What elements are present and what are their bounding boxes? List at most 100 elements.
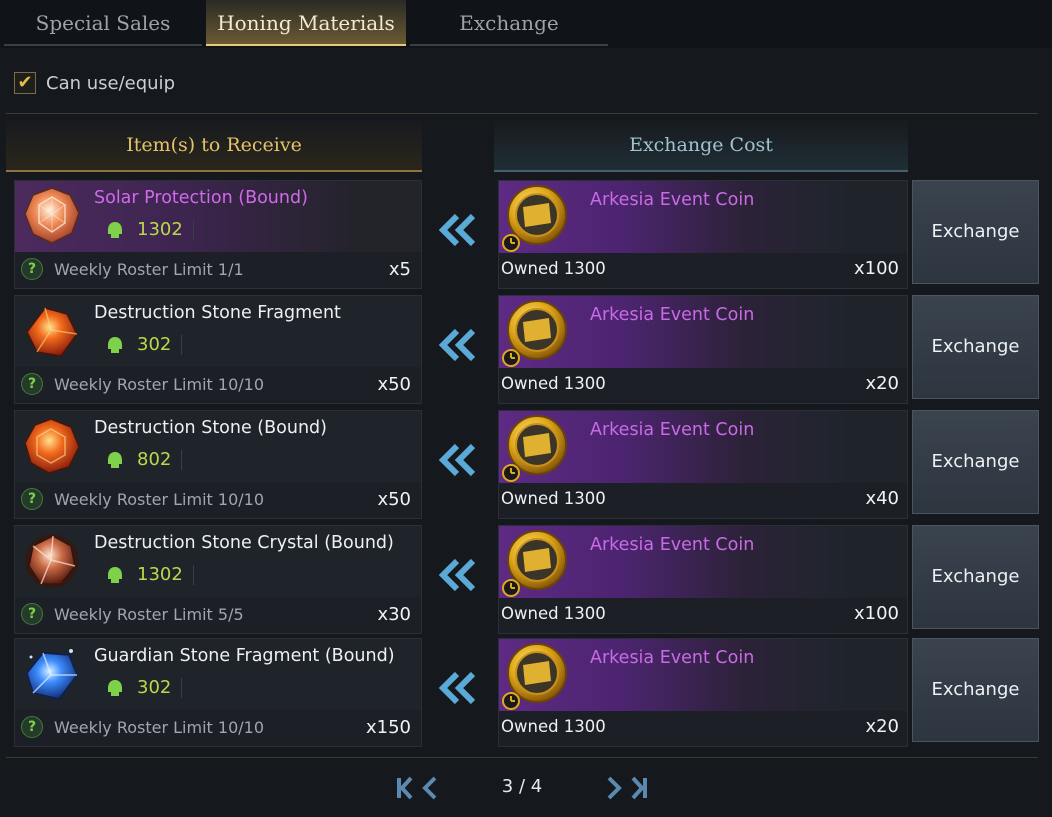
double-chevron-left-icon [438,671,476,705]
owned-amount: Owned 1300 [501,717,606,736]
arkesia-event-coin-icon [502,185,567,252]
level-separator [181,677,183,698]
help-icon[interactable]: ? [21,603,43,625]
item-name: Destruction Stone Fragment [94,303,341,323]
item-quantity: x150 [365,717,411,738]
help-icon[interactable]: ? [21,258,43,280]
double-chevron-left-icon [438,213,476,247]
cost-card: Arkesia Event Coin Owned 1300 x20 [498,295,908,404]
cost-item-name: Arkesia Event Coin [590,648,755,668]
cost-header: Arkesia Event Coin [499,639,907,711]
first-page-button[interactable] [395,774,439,802]
item-name: Solar Protection (Bound) [94,188,308,208]
double-chevron-left-icon [438,328,476,362]
level-separator [181,449,183,470]
exchange-button[interactable]: Exchange [912,525,1039,629]
cost-quantity: x40 [865,488,899,509]
weekly-limit: Weekly Roster Limit 1/1 [54,260,244,279]
level-separator [192,219,194,240]
last-page-button[interactable] [605,774,649,802]
cost-card: Arkesia Event Coin Owned 1300 x20 [498,638,908,747]
cost-header: Arkesia Event Coin [499,181,907,253]
tab-exchange[interactable]: Exchange [410,0,608,46]
helmet-icon [108,679,122,696]
item-card[interactable]: Solar Protection (Bound) 1302 ? Weekly R… [14,180,422,289]
item-card[interactable]: Destruction Stone Crystal (Bound) 1302 ?… [14,525,422,634]
exchange-row: Solar Protection (Bound) 1302 ? Weekly R… [0,180,1052,290]
cost-item-name: Arkesia Event Coin [590,420,755,440]
item-header: Destruction Stone Fragment 302 [15,296,421,367]
weekly-limit: Weekly Roster Limit 10/10 [54,490,264,509]
item-name: Guardian Stone Fragment (Bound) [94,646,395,666]
can-use-equip-filter[interactable]: ✔ Can use/equip [14,68,175,98]
cost-header: Arkesia Event Coin [499,526,907,598]
helmet-icon [108,451,122,468]
helmet-icon [108,336,122,353]
destruction-stone-icon [24,418,80,474]
checkbox[interactable]: ✔ [14,72,36,94]
divider [6,757,1038,758]
item-footer: ? Weekly Roster Limit 10/10 x150 [15,710,421,746]
exchange-row: Destruction Stone Crystal (Bound) 1302 ?… [0,525,1052,635]
item-footer: ? Weekly Roster Limit 10/10 x50 [15,367,421,403]
item-level: 302 [107,334,183,355]
item-quantity: x5 [388,259,411,280]
item-level: 1302 [107,564,194,585]
cost-item-name: Arkesia Event Coin [590,305,755,325]
item-quantity: x50 [377,489,411,510]
item-footer: ? Weekly Roster Limit 10/10 x50 [15,482,421,518]
owned-amount: Owned 1300 [501,604,606,623]
item-level-value: 302 [137,677,172,698]
item-card[interactable]: Destruction Stone Fragment 302 ? Weekly … [14,295,422,404]
help-icon[interactable]: ? [21,373,43,395]
item-level-value: 802 [137,449,172,470]
item-level: 302 [107,677,183,698]
cost-quantity: x20 [865,373,899,394]
exchange-button[interactable]: Exchange [912,410,1039,514]
items-to-receive-header: Item(s) to Receive [6,120,422,172]
exchange-button[interactable]: Exchange [912,295,1039,399]
item-card[interactable]: Destruction Stone (Bound) 802 ? Weekly R… [14,410,422,519]
owned-amount: Owned 1300 [501,259,606,278]
cost-item-name: Arkesia Event Coin [590,535,755,555]
owned-amount: Owned 1300 [501,374,606,393]
solar-protection-icon [24,187,80,244]
cost-card: Arkesia Event Coin Owned 1300 x100 [498,525,908,634]
item-card[interactable]: Guardian Stone Fragment (Bound) 302 ? We… [14,638,422,747]
item-header: Destruction Stone Crystal (Bound) 1302 [15,526,421,597]
arkesia-event-coin-icon [502,415,567,482]
pagination: 3 / 4 [0,770,1052,806]
divider [6,113,1038,114]
double-chevron-left-icon [438,558,476,592]
item-quantity: x50 [377,374,411,395]
weekly-limit: Weekly Roster Limit 10/10 [54,718,264,737]
cost-header: Arkesia Event Coin [499,296,907,368]
cost-item-name: Arkesia Event Coin [590,190,755,210]
tab-honing-materials[interactable]: Honing Materials [206,0,406,46]
destruction-stone-fragment-icon [26,307,78,357]
page-indicator: 3 / 4 [501,776,543,797]
exchange-button[interactable]: Exchange [912,638,1039,742]
arkesia-event-coin-icon [502,643,567,710]
item-level-value: 302 [137,334,172,355]
cost-header: Arkesia Event Coin [499,411,907,483]
cost-card: Arkesia Event Coin Owned 1300 x40 [498,410,908,519]
arkesia-event-coin-icon [502,300,567,367]
item-name: Destruction Stone Crystal (Bound) [94,533,394,553]
tab-special-sales[interactable]: Special Sales [4,0,202,46]
item-level-value: 1302 [137,219,183,240]
destruction-stone-crystal-icon [25,534,79,588]
exchange-row: Destruction Stone (Bound) 802 ? Weekly R… [0,410,1052,520]
owned-amount: Owned 1300 [501,489,606,508]
item-footer: ? Weekly Roster Limit 5/5 x30 [15,597,421,633]
tab-bar: Special Sales Honing Materials Exchange [0,0,1052,48]
weekly-limit: Weekly Roster Limit 10/10 [54,375,264,394]
help-icon[interactable]: ? [21,716,43,738]
arkesia-event-coin-icon [502,530,567,597]
level-separator [181,334,183,355]
help-icon[interactable]: ? [21,488,43,510]
cost-card: Arkesia Event Coin Owned 1300 x100 [498,180,908,289]
helmet-icon [108,221,122,238]
exchange-button[interactable]: Exchange [912,180,1039,284]
item-footer: ? Weekly Roster Limit 1/1 x5 [15,252,421,288]
